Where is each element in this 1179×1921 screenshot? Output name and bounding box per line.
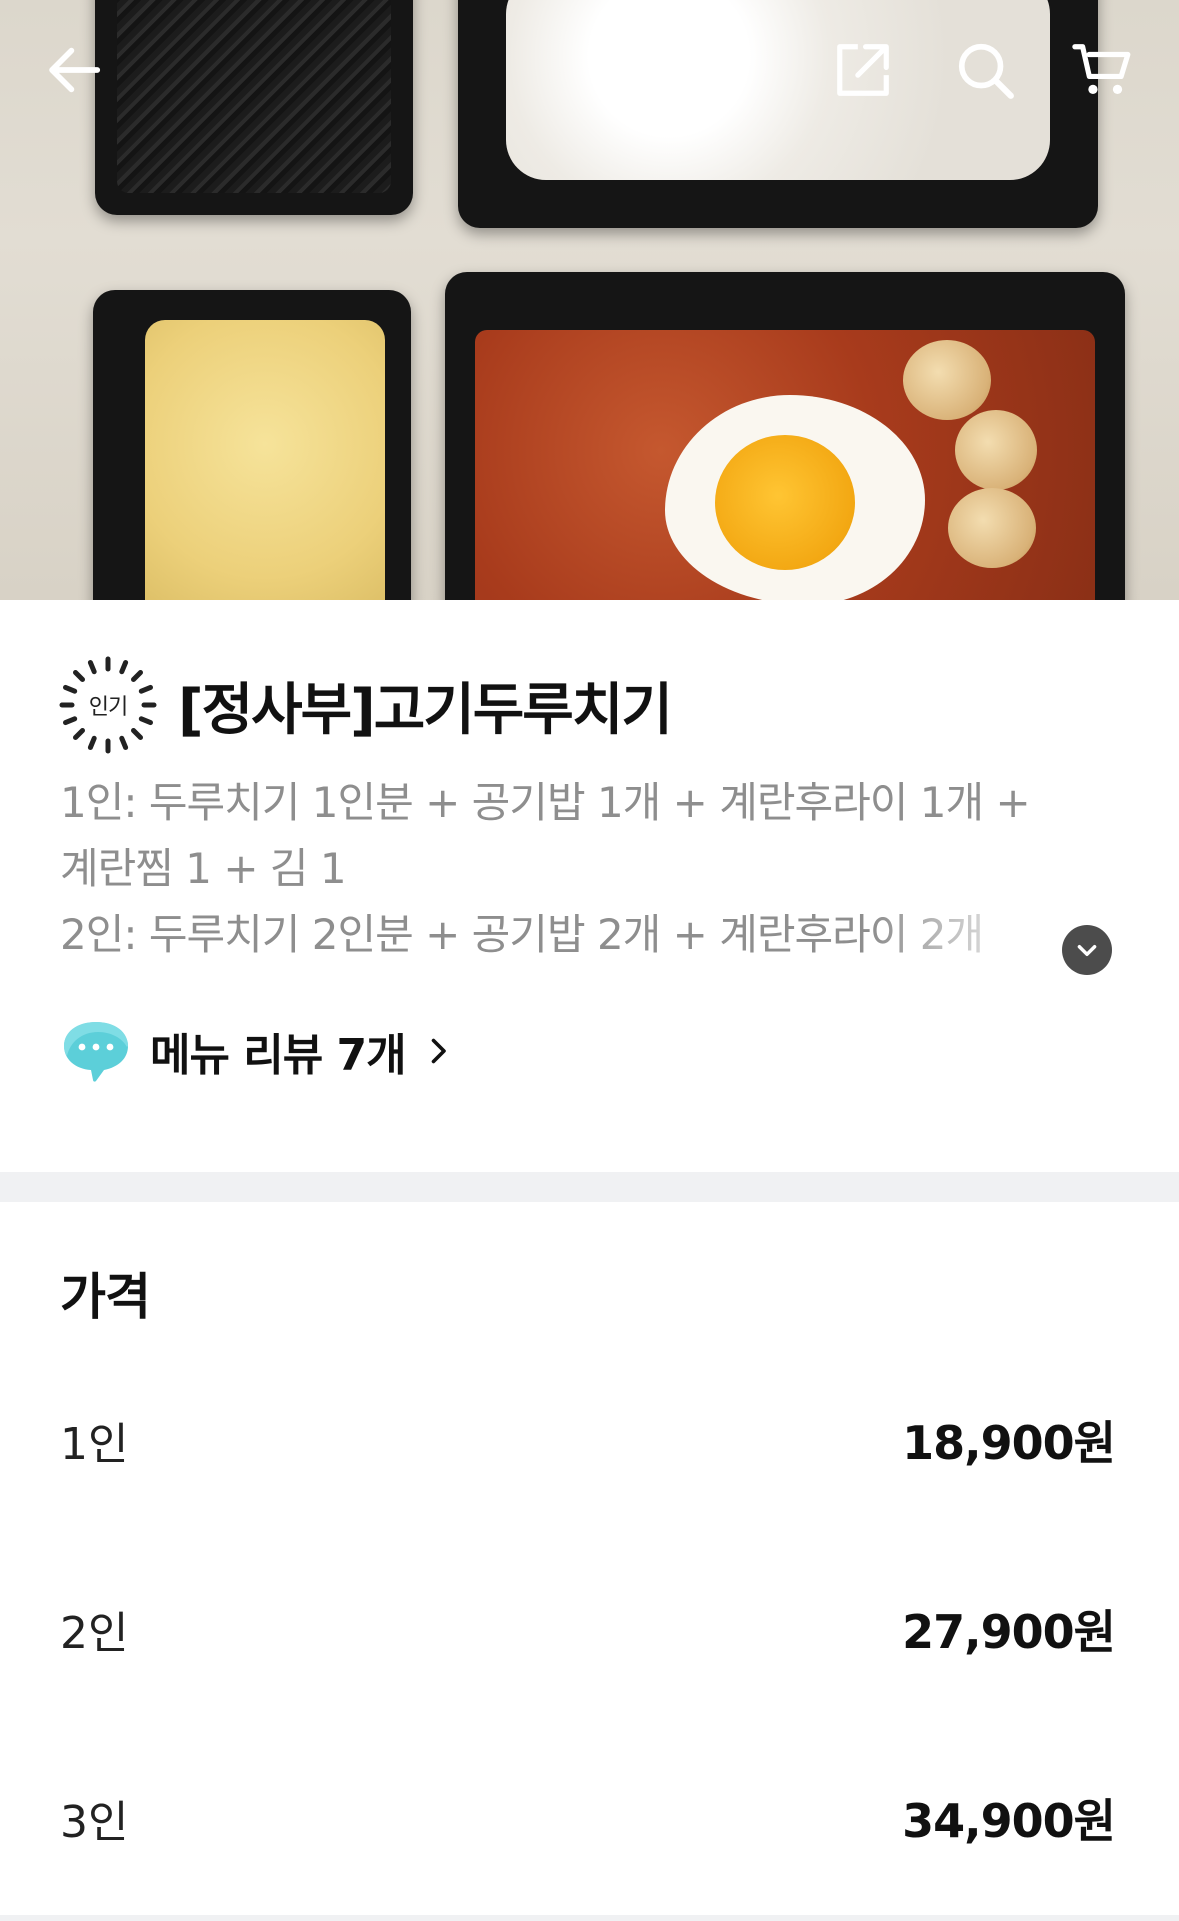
fried-egg bbox=[665, 395, 925, 600]
price-option-row[interactable]: 1인 18,900원 bbox=[60, 1400, 1116, 1480]
quail-egg bbox=[955, 410, 1037, 490]
menu-description: 1인: 두루치기 1인분 + 공기밥 1개 + 계란후라이 1개 + 계란찜 1… bbox=[60, 770, 1060, 968]
cart-button[interactable] bbox=[1062, 30, 1142, 110]
price-heading: 가격 bbox=[60, 1268, 151, 1326]
price-option-label: 3인 bbox=[60, 1797, 129, 1848]
share-button[interactable] bbox=[823, 30, 903, 110]
share-icon bbox=[837, 44, 889, 96]
menu-info: 인기 [정사부]고기두루치기 1인: 두루치기 1인분 + 공기밥 1개 + 계… bbox=[0, 600, 1179, 1172]
price-option-value: 34,900원 bbox=[902, 1794, 1116, 1848]
description-line: 계란찜 1 + 김 1 bbox=[60, 844, 347, 893]
cart-icon bbox=[1072, 44, 1131, 95]
chevron-right-icon bbox=[431, 1038, 446, 1064]
section-divider bbox=[0, 1172, 1179, 1202]
arrow-left-icon bbox=[49, 47, 101, 93]
quail-egg bbox=[903, 340, 991, 420]
back-button[interactable] bbox=[34, 30, 114, 110]
menu-title: [정사부]고기두루치기 bbox=[178, 677, 673, 743]
badge-label: 인기 bbox=[88, 695, 128, 720]
menu-photo bbox=[0, 0, 1179, 600]
title-row: 인기 [정사부]고기두루치기 bbox=[58, 655, 673, 755]
search-button[interactable] bbox=[945, 30, 1025, 110]
price-option-row[interactable]: 2인 27,900원 bbox=[60, 1589, 1116, 1669]
quail-egg bbox=[948, 488, 1036, 568]
review-link-label: 메뉴 리뷰 7개 bbox=[150, 1030, 407, 1081]
price-option-row[interactable]: 3인 34,900원 bbox=[60, 1778, 1116, 1858]
price-option-label: 1인 bbox=[60, 1419, 129, 1470]
description-line: 1인: 두루치기 1인분 + 공기밥 1개 + 계란후라이 1개 + bbox=[60, 778, 1031, 827]
price-option-value: 18,900원 bbox=[902, 1416, 1116, 1470]
price-option-label: 2인 bbox=[60, 1608, 129, 1659]
popular-badge: 인기 bbox=[58, 655, 158, 755]
search-icon bbox=[958, 43, 1014, 99]
chevron-down-icon bbox=[1077, 945, 1097, 957]
speech-bubble-icon bbox=[64, 1022, 128, 1082]
price-option-value: 27,900원 bbox=[902, 1605, 1116, 1659]
price-section: 가격 1인 18,900원 2인 27,900원 3인 34,900원 bbox=[0, 1202, 1179, 1921]
description-line: 2인: 두루치기 2인분 + 공기밥 2개 + 계란후라이 2개 bbox=[60, 910, 984, 959]
seaweed-tray bbox=[95, 0, 413, 215]
steamed-egg-tray bbox=[93, 290, 411, 600]
expand-description-button[interactable] bbox=[1062, 925, 1112, 975]
menu-detail-page: 인기 [정사부]고기두루치기 1인: 두루치기 1인분 + 공기밥 1개 + 계… bbox=[0, 0, 1179, 1921]
menu-review-link[interactable]: 메뉴 리뷰 7개 bbox=[60, 1018, 456, 1084]
section-divider bbox=[0, 1915, 1179, 1921]
